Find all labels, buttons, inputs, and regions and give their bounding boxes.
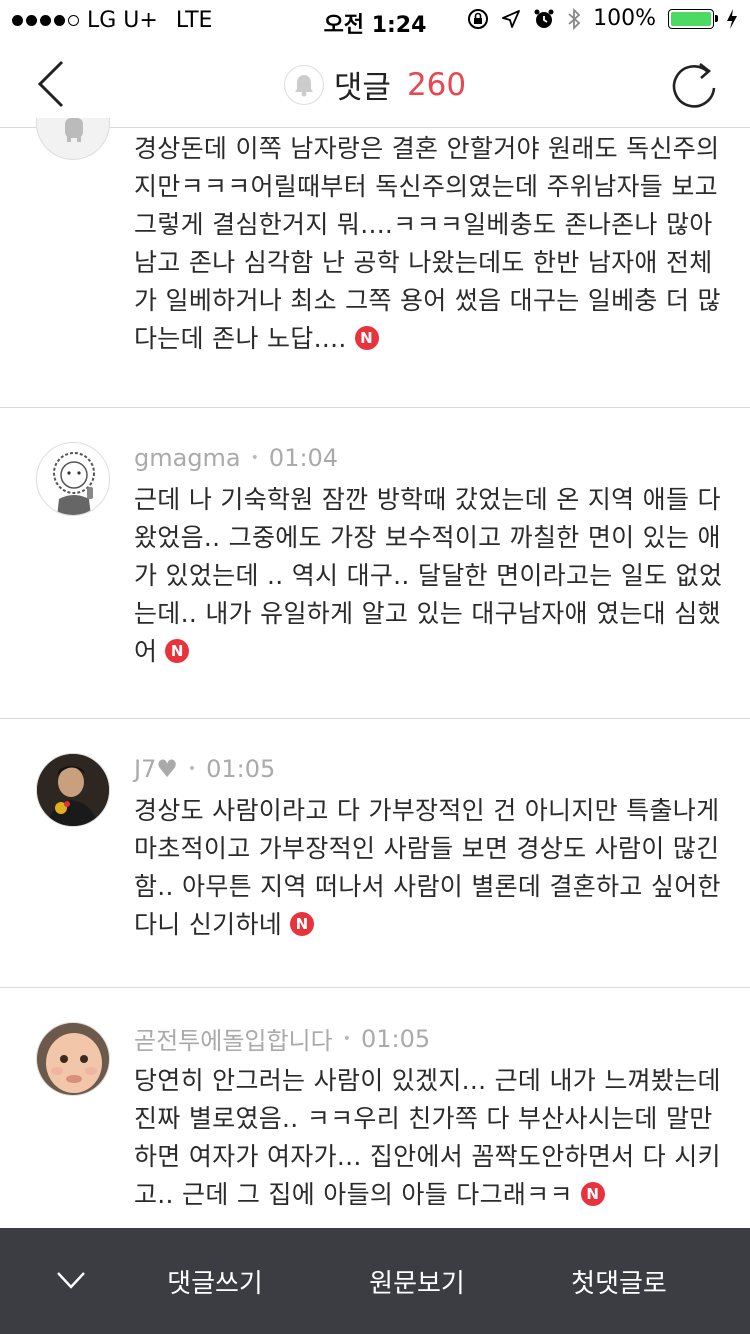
- battery-icon: [668, 8, 718, 29]
- new-badge: N: [290, 912, 315, 936]
- comment-time: 01:05: [361, 1024, 431, 1053]
- comment-text-wrap: 근데 나 기숙학원 잠깐 방학때 갔었는데 온 지역 애들 다 왔었음.. 그중…: [134, 481, 724, 671]
- status-bar: LG U+ LTE 오전 1:24 100%: [0, 0, 750, 40]
- bottom-toolbar: 댓글쓰기 원문보기 첫댓글로: [0, 1228, 750, 1334]
- comment-item: J7♥ • 01:05 경상도 사람이라고 다 가부장적인 건 아니지만 특출나…: [0, 719, 750, 988]
- comment-meta: J7♥ • 01:05: [134, 755, 275, 783]
- comment-item: 곧전투에돌입합니다 • 01:05 당연히 안그러는 사람이 있겠지... 근데…: [0, 988, 750, 1248]
- write-comment-button[interactable]: 댓글쓰기: [140, 1228, 290, 1334]
- bluetooth-icon: [568, 7, 581, 30]
- battery-percent: 100%: [593, 6, 656, 31]
- comment-text-wrap: 경상도 사람이라고 다 가부장적인 건 아니지만 특출나게 마초적이고 가부장적…: [134, 792, 724, 944]
- avatar[interactable]: [36, 1022, 110, 1096]
- comment-author[interactable]: 곧전투에돌입합니다: [134, 1021, 333, 1056]
- comment-item: gmagma • 01:04 근데 나 기숙학원 잠깐 방학때 갔었는데 온 지…: [0, 408, 750, 719]
- comment-author[interactable]: gmagma: [134, 444, 241, 472]
- meta-separator: •: [342, 1030, 351, 1047]
- comment-count: 260: [406, 66, 467, 103]
- comment-item: 경상돈데 이쪽 남자랑은 결혼 안할거야 원래도 독신주의지만ㅋㅋㅋ어릴때부터 …: [0, 118, 750, 408]
- status-right: 100%: [467, 6, 738, 31]
- comment-meta: gmagma • 01:04: [134, 444, 338, 472]
- view-original-button[interactable]: 원문보기: [342, 1228, 492, 1334]
- comment-time: 01:04: [268, 444, 339, 472]
- comment-text: 당연히 안그러는 사람이 있겠지... 근데 내가 느껴봤는데 진짜 별로였음.…: [134, 1066, 721, 1209]
- header-title-group: 댓글 260: [0, 62, 750, 107]
- comment-time: 01:05: [206, 755, 276, 783]
- new-badge: N: [354, 326, 379, 350]
- first-comment-button[interactable]: 첫댓글로: [544, 1228, 694, 1334]
- page-title: 댓글: [333, 70, 391, 106]
- bell-icon[interactable]: [283, 64, 324, 105]
- rotation-lock-icon: [468, 8, 489, 29]
- alarm-icon: [534, 9, 554, 28]
- nav-header: 댓글 260: [0, 40, 750, 128]
- meta-separator: •: [250, 450, 259, 466]
- comment-text-wrap: 경상돈데 이쪽 남자랑은 결혼 안할거야 원래도 독신주의지만ㅋㅋㅋ어릴때부터 …: [134, 130, 724, 358]
- new-badge: N: [165, 639, 190, 663]
- avatar[interactable]: [36, 442, 110, 516]
- comment-text: 근데 나 기숙학원 잠깐 방학때 갔었는데 온 지역 애들 다 왔었음.. 그중…: [134, 485, 723, 666]
- comment-text: 경상돈데 이쪽 남자랑은 결혼 안할거야 원래도 독신주의지만ㅋㅋㅋ어릴때부터 …: [134, 134, 721, 353]
- charging-icon: [727, 8, 737, 29]
- comment-author[interactable]: J7♥: [134, 755, 178, 783]
- location-icon: [502, 9, 520, 28]
- meta-separator: •: [187, 761, 197, 777]
- refresh-icon[interactable]: [668, 56, 720, 112]
- new-badge: N: [580, 1182, 605, 1206]
- comment-meta: 곧전투에돌입합니다 • 01:05: [134, 1021, 430, 1056]
- comment-text-wrap: 당연히 안그러는 사람이 있겠지... 근데 내가 느껴봤는데 진짜 별로였음.…: [134, 1062, 724, 1214]
- avatar[interactable]: [36, 118, 110, 160]
- avatar[interactable]: [36, 753, 110, 827]
- comment-text: 경상도 사람이라고 다 가부장적인 건 아니지만 특출나게 마초적이고 가부장적…: [134, 796, 721, 939]
- chevron-down-icon[interactable]: [52, 1263, 90, 1299]
